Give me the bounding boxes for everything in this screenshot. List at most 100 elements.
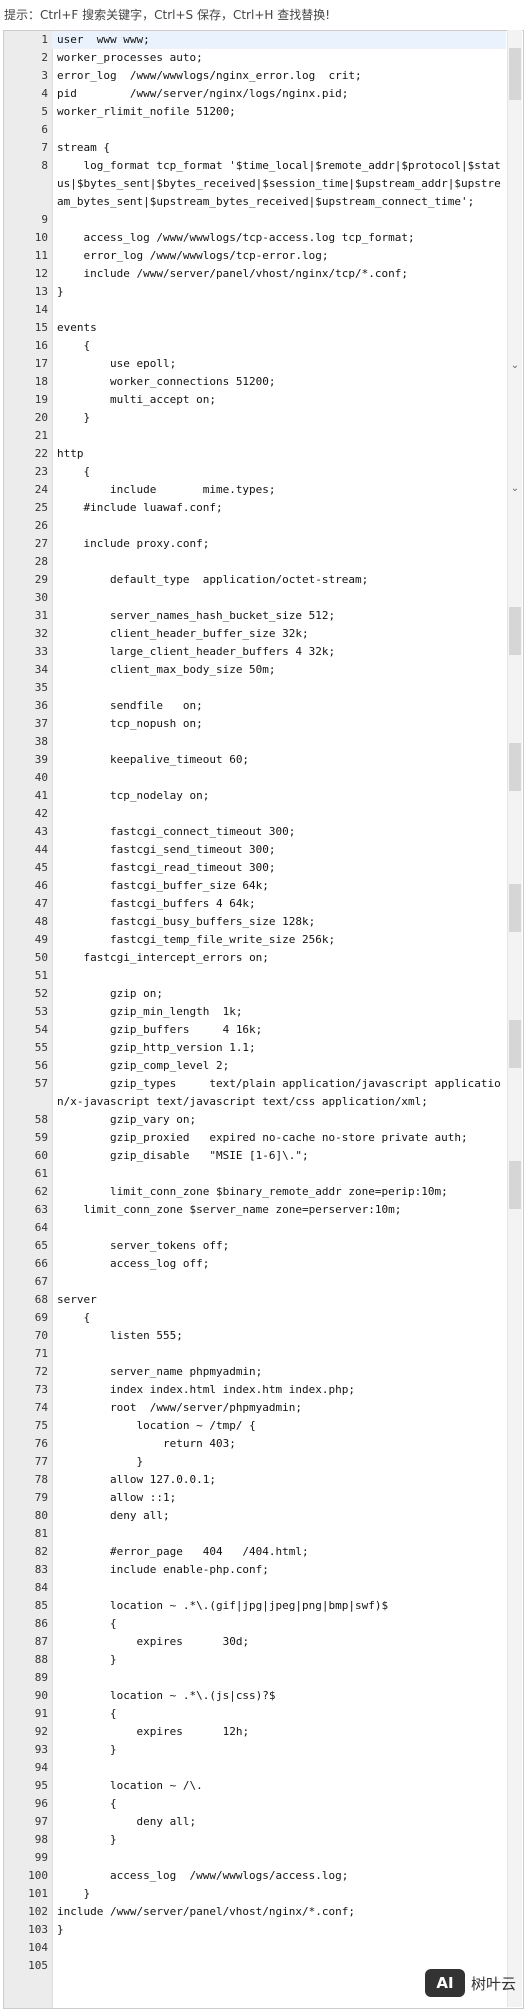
code-line[interactable]: 46 fastcgi_buffer_size 64k; bbox=[4, 877, 506, 895]
code-line[interactable]: 81 bbox=[4, 1525, 506, 1543]
code-line[interactable]: 78 allow 127.0.0.1; bbox=[4, 1471, 506, 1489]
code-line[interactable]: 26 bbox=[4, 517, 506, 535]
code-line[interactable]: 59 gzip_proxied expired no-cache no-stor… bbox=[4, 1129, 506, 1147]
code-line[interactable]: 30 bbox=[4, 589, 506, 607]
code-line[interactable]: 72 server_name phpmyadmin; bbox=[4, 1363, 506, 1381]
code-line[interactable]: 18 worker_connections 51200; bbox=[4, 373, 506, 391]
code-line[interactable]: 64 bbox=[4, 1219, 506, 1237]
code-line[interactable]: 61 bbox=[4, 1165, 506, 1183]
code-line[interactable]: 63 limit_conn_zone $server_name zone=per… bbox=[4, 1201, 506, 1219]
code-line[interactable]: 87 expires 30d; bbox=[4, 1633, 506, 1651]
code-line[interactable]: 92 expires 12h; bbox=[4, 1723, 506, 1741]
code-line[interactable]: 4pid /www/server/nginx/logs/nginx.pid; bbox=[4, 85, 506, 103]
code-line[interactable]: 29 default_type application/octet-stream… bbox=[4, 571, 506, 589]
code-line[interactable]: 43 fastcgi_connect_timeout 300; bbox=[4, 823, 506, 841]
code-line[interactable]: 21 bbox=[4, 427, 506, 445]
code-line[interactable]: 34 client_max_body_size 50m; bbox=[4, 661, 506, 679]
code-line[interactable]: 80 deny all; bbox=[4, 1507, 506, 1525]
code-line[interactable]: 1user www www; bbox=[4, 31, 506, 49]
code-line[interactable]: 53 gzip_min_length 1k; bbox=[4, 1003, 506, 1021]
code-line[interactable]: 19 multi_accept on; bbox=[4, 391, 506, 409]
code-line[interactable]: 37 tcp_nopush on; bbox=[4, 715, 506, 733]
code-line[interactable]: 60 gzip_disable "MSIE [1-6]\."; bbox=[4, 1147, 506, 1165]
code-line[interactable]: 82 #error_page 404 /404.html; bbox=[4, 1543, 506, 1561]
code-line[interactable]: 6 bbox=[4, 121, 506, 139]
code-line[interactable]: 20 } bbox=[4, 409, 506, 427]
code-line[interactable]: 54 gzip_buffers 4 16k; bbox=[4, 1021, 506, 1039]
code-line[interactable]: 24 include mime.types; bbox=[4, 481, 506, 499]
code-line[interactable]: 13} bbox=[4, 283, 506, 301]
code-line[interactable]: 96 { bbox=[4, 1795, 506, 1813]
code-line[interactable]: 50 fastcgi_intercept_errors on; bbox=[4, 949, 506, 967]
code-line[interactable]: 28 bbox=[4, 553, 506, 571]
code-line[interactable]: 79 allow ::1; bbox=[4, 1489, 506, 1507]
code-line[interactable]: 67 bbox=[4, 1273, 506, 1291]
code-line[interactable]: 35 bbox=[4, 679, 506, 697]
code-line[interactable]: 73 index index.html index.htm index.php; bbox=[4, 1381, 506, 1399]
code-line[interactable]: 88 } bbox=[4, 1651, 506, 1669]
code-line[interactable]: 76 return 403; bbox=[4, 1435, 506, 1453]
code-line[interactable]: 84 bbox=[4, 1579, 506, 1597]
fold-arrow-icon[interactable]: ⌄ bbox=[508, 360, 522, 371]
code-line[interactable]: 41 tcp_nodelay on; bbox=[4, 787, 506, 805]
code-line[interactable]: 52 gzip on; bbox=[4, 985, 506, 1003]
code-line[interactable]: 5worker_rlimit_nofile 51200; bbox=[4, 103, 506, 121]
code-line[interactable]: 66 access_log off; bbox=[4, 1255, 506, 1273]
code-line[interactable]: 3error_log /www/wwwlogs/nginx_error.log … bbox=[4, 67, 506, 85]
code-line[interactable]: 36 sendfile on; bbox=[4, 697, 506, 715]
code-line[interactable]: 32 client_header_buffer_size 32k; bbox=[4, 625, 506, 643]
code-line[interactable]: 69 { bbox=[4, 1309, 506, 1327]
code-line[interactable]: 39 keepalive_timeout 60; bbox=[4, 751, 506, 769]
code-line[interactable]: 38 bbox=[4, 733, 506, 751]
code-line[interactable]: 91 { bbox=[4, 1705, 506, 1723]
code-line[interactable]: 7stream { bbox=[4, 139, 506, 157]
code-line[interactable]: 74 root /www/server/phpmyadmin; bbox=[4, 1399, 506, 1417]
code-line[interactable]: 85 location ~ .*\.(gif|jpg|jpeg|png|bmp|… bbox=[4, 1597, 506, 1615]
code-line[interactable]: 58 gzip_vary on; bbox=[4, 1111, 506, 1129]
code-line[interactable]: 11 error_log /www/wwwlogs/tcp-error.log; bbox=[4, 247, 506, 265]
code-line[interactable]: 99 bbox=[4, 1849, 506, 1867]
code-line[interactable]: 65 server_tokens off; bbox=[4, 1237, 506, 1255]
code-line[interactable]: 102include /www/server/panel/vhost/nginx… bbox=[4, 1903, 506, 1921]
code-line[interactable]: 103} bbox=[4, 1921, 506, 1939]
code-line[interactable]: 40 bbox=[4, 769, 506, 787]
editor-scrollbar[interactable]: ⌄ ⌄ bbox=[507, 30, 522, 2007]
code-line[interactable]: 45 fastcgi_read_timeout 300; bbox=[4, 859, 506, 877]
code-line[interactable]: 48 fastcgi_busy_buffers_size 128k; bbox=[4, 913, 506, 931]
code-line[interactable]: 49 fastcgi_temp_file_write_size 256k; bbox=[4, 931, 506, 949]
code-line[interactable]: 98 } bbox=[4, 1831, 506, 1849]
code-line[interactable]: 47 fastcgi_buffers 4 64k; bbox=[4, 895, 506, 913]
code-line[interactable]: 70 listen 555; bbox=[4, 1327, 506, 1345]
code-line[interactable]: 100 access_log /www/wwwlogs/access.log; bbox=[4, 1867, 506, 1885]
code-line[interactable]: 90 location ~ .*\.(js|css)?$ bbox=[4, 1687, 506, 1705]
code-line[interactable]: 25 #include luawaf.conf; bbox=[4, 499, 506, 517]
code-lines[interactable]: 1user www www;2worker_processes auto;3er… bbox=[4, 31, 506, 1975]
code-line[interactable]: 83 include enable-php.conf; bbox=[4, 1561, 506, 1579]
scrollbar-thumb[interactable] bbox=[509, 48, 521, 100]
code-line[interactable]: 2worker_processes auto; bbox=[4, 49, 506, 67]
code-line[interactable]: 86 { bbox=[4, 1615, 506, 1633]
code-line[interactable]: 51 bbox=[4, 967, 506, 985]
code-line[interactable]: 42 bbox=[4, 805, 506, 823]
code-line[interactable]: 95 location ~ /\. bbox=[4, 1777, 506, 1795]
code-line[interactable]: 14 bbox=[4, 301, 506, 319]
code-line[interactable]: 17 use epoll; bbox=[4, 355, 506, 373]
code-line[interactable]: 22http bbox=[4, 445, 506, 463]
code-line[interactable]: 8 log_format tcp_format '$time_local|$re… bbox=[4, 157, 506, 211]
code-editor[interactable]: 1user www www;2worker_processes auto;3er… bbox=[3, 30, 524, 2009]
code-line[interactable]: 23 { bbox=[4, 463, 506, 481]
code-line[interactable]: 75 location ~ /tmp/ { bbox=[4, 1417, 506, 1435]
code-line[interactable]: 77 } bbox=[4, 1453, 506, 1471]
code-line[interactable]: 68server bbox=[4, 1291, 506, 1309]
code-line[interactable]: 9 bbox=[4, 211, 506, 229]
code-line[interactable]: 101 } bbox=[4, 1885, 506, 1903]
code-line[interactable]: 16 { bbox=[4, 337, 506, 355]
code-line[interactable]: 56 gzip_comp_level 2; bbox=[4, 1057, 506, 1075]
code-line[interactable]: 94 bbox=[4, 1759, 506, 1777]
code-line[interactable]: 44 fastcgi_send_timeout 300; bbox=[4, 841, 506, 859]
code-line[interactable]: 55 gzip_http_version 1.1; bbox=[4, 1039, 506, 1057]
code-line[interactable]: 31 server_names_hash_bucket_size 512; bbox=[4, 607, 506, 625]
code-line[interactable]: 33 large_client_header_buffers 4 32k; bbox=[4, 643, 506, 661]
code-line[interactable]: 15events bbox=[4, 319, 506, 337]
code-line[interactable]: 93 } bbox=[4, 1741, 506, 1759]
